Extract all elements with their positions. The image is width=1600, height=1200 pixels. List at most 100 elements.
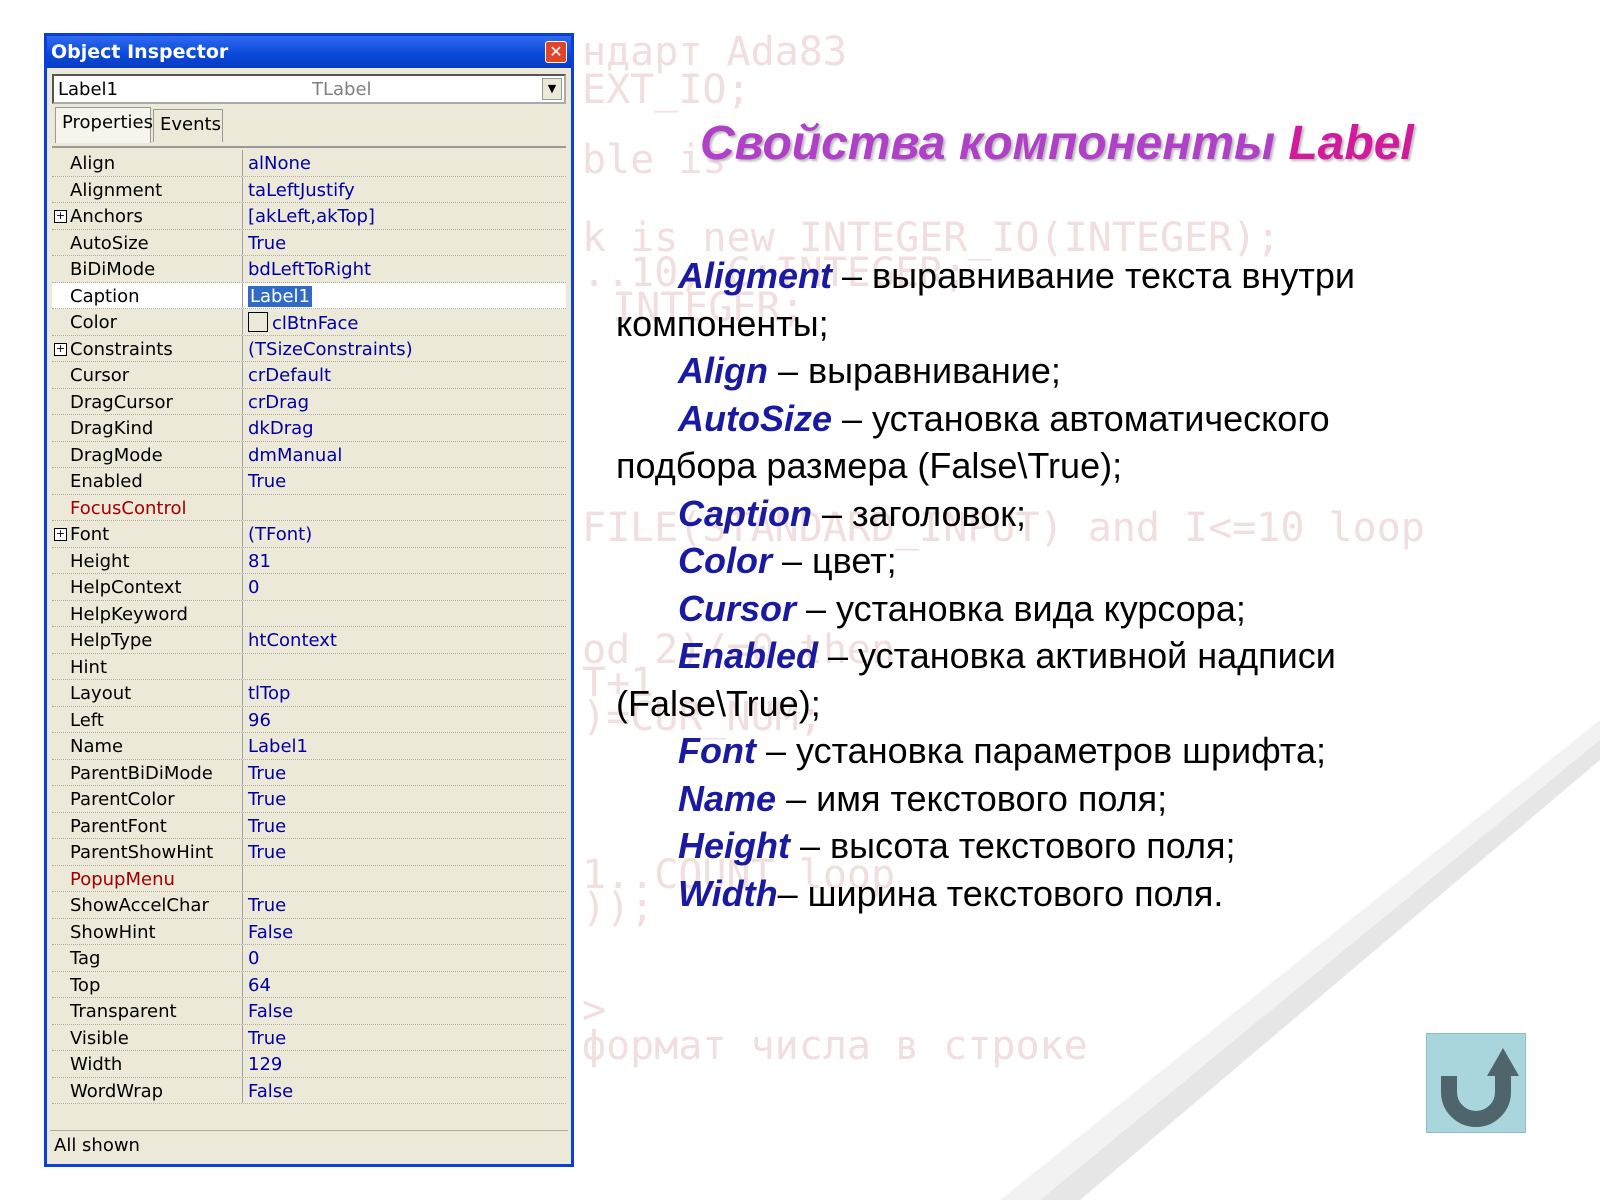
property-row[interactable]: DragKind dkDrag xyxy=(52,415,566,442)
property-description: – установка параметров шрифта; xyxy=(755,730,1327,771)
property-row[interactable]: WordWrap False xyxy=(52,1077,566,1104)
object-inspector-titlebar[interactable]: Object Inspector ✕ xyxy=(47,36,571,68)
column-divider xyxy=(242,150,243,176)
property-value[interactable]: Label1 xyxy=(248,285,313,307)
property-value-text: Label1 xyxy=(248,736,309,757)
property-value[interactable]: 0 xyxy=(248,948,259,969)
back-button[interactable] xyxy=(1426,1033,1526,1133)
property-value[interactable]: 129 xyxy=(248,1054,282,1075)
property-row[interactable]: DragCursor crDrag xyxy=(52,388,566,415)
property-name: PopupMenu xyxy=(70,868,175,890)
property-value[interactable]: crDrag xyxy=(248,392,309,413)
property-row[interactable]: Tag 0 xyxy=(52,945,566,972)
property-value[interactable]: False xyxy=(248,922,293,943)
property-value[interactable]: taLeftJustify xyxy=(248,180,355,201)
slide-title-prefix: Свойства компоненты xyxy=(700,117,1289,170)
property-value[interactable]: True xyxy=(248,233,286,254)
column-divider xyxy=(242,309,243,335)
property-keyword: Height xyxy=(678,825,790,866)
property-row[interactable]: Layout tlTop xyxy=(52,680,566,707)
property-row[interactable]: Hint xyxy=(52,653,566,680)
property-value[interactable]: clBtnFace xyxy=(248,312,358,334)
property-row[interactable]: ShowHint False xyxy=(52,918,566,945)
property-value[interactable]: (TSizeConstraints) xyxy=(248,339,413,360)
property-value[interactable]: [akLeft,akTop] xyxy=(248,206,375,227)
property-value[interactable]: alNone xyxy=(248,153,311,174)
property-row[interactable]: ParentBiDiMode True xyxy=(52,759,566,786)
property-name: Tag xyxy=(70,948,101,969)
property-row[interactable]: Transparent False xyxy=(52,998,566,1025)
expand-plus-icon[interactable]: + xyxy=(54,528,67,541)
property-value[interactable]: True xyxy=(248,763,286,784)
property-value[interactable]: bdLeftToRight xyxy=(248,259,371,280)
property-row[interactable]: + Constraints (TSizeConstraints) xyxy=(52,335,566,362)
expand-plus-icon[interactable]: + xyxy=(54,210,67,223)
property-row[interactable]: Cursor crDefault xyxy=(52,362,566,389)
property-value[interactable]: tlTop xyxy=(248,683,290,704)
property-row[interactable]: DragMode dmManual xyxy=(52,441,566,468)
property-value[interactable]: crDefault xyxy=(248,365,331,386)
property-value[interactable]: 81 xyxy=(248,551,271,572)
property-row[interactable]: Width 129 xyxy=(52,1051,566,1078)
property-row[interactable]: Alignment taLeftJustify xyxy=(52,176,566,203)
property-row[interactable]: BiDiMode bdLeftToRight xyxy=(52,256,566,283)
property-row[interactable]: HelpKeyword xyxy=(52,600,566,627)
column-divider xyxy=(242,839,243,865)
property-value-text: False xyxy=(248,1080,294,1102)
property-value[interactable]: True xyxy=(248,789,286,810)
property-keyword: Name xyxy=(678,777,777,819)
property-value-text: htContext xyxy=(248,630,337,651)
property-value[interactable]: False xyxy=(248,1001,293,1022)
property-row[interactable]: Align alNone xyxy=(52,150,566,177)
property-value[interactable]: True xyxy=(248,895,286,916)
property-row[interactable]: AutoSize True xyxy=(52,229,566,256)
property-row[interactable]: FocusControl xyxy=(52,494,566,521)
property-value[interactable]: 0 xyxy=(248,577,259,598)
property-keyword: Caption xyxy=(678,492,812,534)
property-value[interactable]: Label1 xyxy=(248,736,308,757)
property-description: – установка вида курсора; xyxy=(796,587,1246,629)
property-row[interactable]: Caption Label1 xyxy=(52,282,566,309)
expand-plus-icon[interactable]: + xyxy=(54,342,67,356)
property-value[interactable]: (TFont) xyxy=(248,524,312,545)
property-value[interactable]: False xyxy=(248,1081,293,1102)
property-row[interactable]: ShowAccelChar True xyxy=(52,892,566,919)
property-value[interactable]: True xyxy=(248,816,286,837)
property-row[interactable]: Left 96 xyxy=(52,706,566,733)
property-row[interactable]: HelpContext 0 xyxy=(52,574,566,601)
property-row[interactable]: Name Label1 xyxy=(52,733,566,760)
column-divider xyxy=(242,441,243,467)
property-row[interactable]: Height 81 xyxy=(52,547,566,574)
property-row[interactable]: HelpType htContext xyxy=(52,627,566,654)
property-name: Top xyxy=(70,974,101,996)
property-row[interactable]: Color clBtnFace xyxy=(52,309,566,336)
property-row[interactable]: ParentFont True xyxy=(52,812,566,839)
property-name: Layout xyxy=(70,683,132,704)
property-row[interactable]: Top 64 xyxy=(52,971,566,998)
object-name: Label1 xyxy=(58,79,119,100)
property-value-text: clBtnFace xyxy=(272,313,359,334)
close-icon[interactable]: ✕ xyxy=(545,41,567,63)
object-selector[interactable]: Label1 TLabel ▼ xyxy=(52,74,566,104)
property-value[interactable]: True xyxy=(248,1028,286,1049)
property-row[interactable]: PopupMenu xyxy=(52,865,566,892)
property-value-text: True xyxy=(248,762,287,784)
property-row[interactable]: + Anchors [akLeft,akTop] xyxy=(52,203,566,230)
property-row[interactable]: ParentColor True xyxy=(52,786,566,813)
property-row[interactable]: Visible True xyxy=(52,1024,566,1051)
property-value[interactable]: 64 xyxy=(248,975,271,996)
property-value[interactable]: htContext xyxy=(248,630,337,651)
property-value[interactable]: 96 xyxy=(248,710,271,731)
property-row[interactable]: Enabled True xyxy=(52,468,566,495)
property-name: Width xyxy=(70,1054,123,1075)
chevron-down-icon[interactable]: ▼ xyxy=(542,78,562,100)
property-name: Height xyxy=(70,550,130,572)
tab-properties[interactable]: Properties xyxy=(55,107,153,143)
property-value[interactable]: True xyxy=(248,842,286,863)
property-row[interactable]: + Font (TFont) xyxy=(52,521,566,548)
property-value[interactable]: True xyxy=(248,471,286,492)
property-row[interactable]: ParentShowHint True xyxy=(52,839,566,866)
tab-events[interactable]: Events xyxy=(153,109,223,142)
property-value[interactable]: dmManual xyxy=(248,445,342,466)
property-value[interactable]: dkDrag xyxy=(248,418,314,439)
